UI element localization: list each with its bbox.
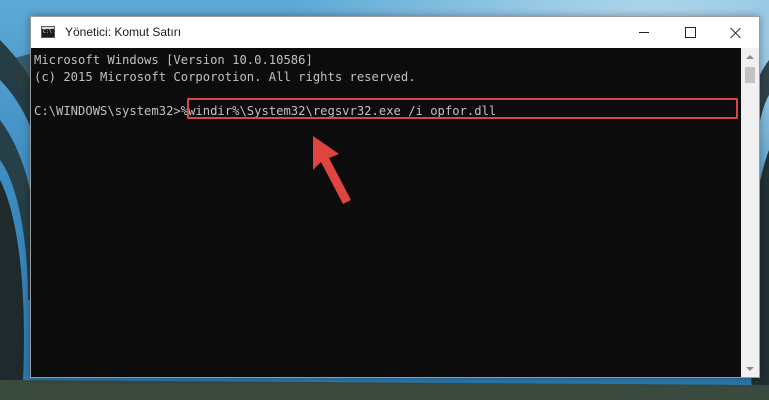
window-title: Yönetici: Komut Satırı <box>65 25 182 39</box>
prompt-text: C:\WINDOWS\system32> <box>34 104 181 118</box>
close-icon <box>730 27 742 39</box>
command-highlight-box <box>187 98 738 119</box>
title-bar[interactable]: Yönetici: Komut Satırı <box>31 17 759 48</box>
red-arrow-icon <box>313 136 351 204</box>
close-button[interactable] <box>713 17 759 48</box>
console-line: (c) 2015 Microsoft Corporotion. All righ… <box>34 70 416 84</box>
scroll-thumb[interactable] <box>745 67 755 83</box>
console-output[interactable]: Microsoft Windows [Version 10.0.10586] (… <box>31 48 741 377</box>
vertical-scrollbar[interactable] <box>741 48 759 377</box>
arrow-up-icon <box>746 54 754 59</box>
maximize-icon <box>684 27 696 38</box>
console-app-icon[interactable] <box>41 26 55 38</box>
scroll-up-button[interactable] <box>741 48 759 65</box>
scroll-down-button[interactable] <box>741 360 759 377</box>
minimize-icon <box>639 32 649 33</box>
minimize-button[interactable] <box>621 17 667 48</box>
console-line: Microsoft Windows [Version 10.0.10586] <box>34 53 313 67</box>
maximize-button[interactable] <box>667 17 713 48</box>
arrow-down-icon <box>746 366 754 371</box>
command-prompt-window: Yönetici: Komut Satırı Microsoft Windows… <box>30 16 760 378</box>
